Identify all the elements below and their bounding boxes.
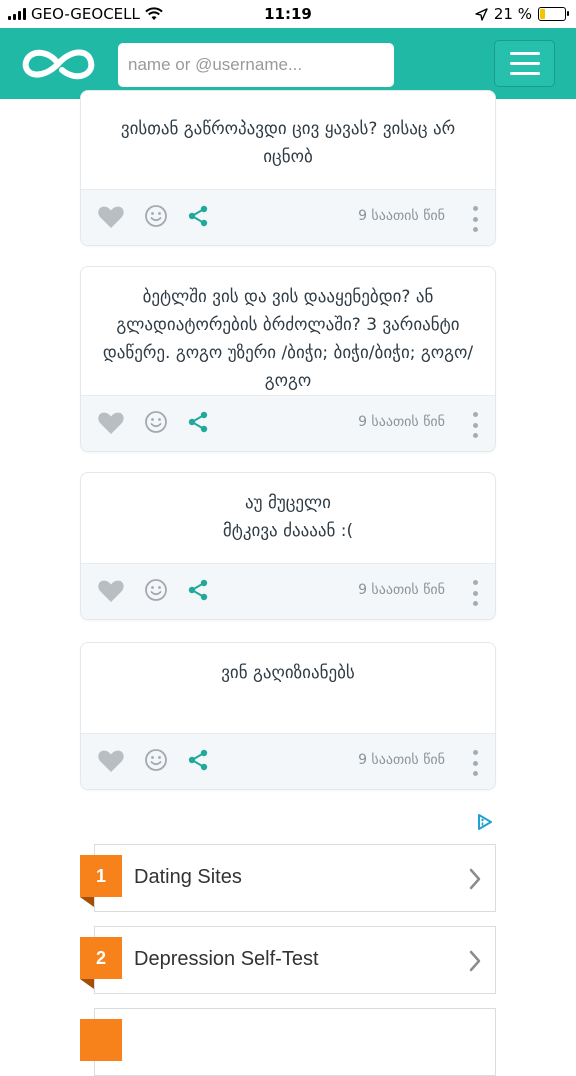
share-icon[interactable]: [186, 410, 210, 434]
ad-link-item[interactable]: 2 Depression Self-Test: [80, 926, 496, 994]
post-card: აუ მუცელი მტკივა ძაააან :( 9 საათის წინ: [80, 472, 496, 620]
post-timestamp: 9 საათის წინ: [358, 414, 445, 430]
smiley-icon[interactable]: [144, 410, 168, 434]
menu-bar: [509, 62, 540, 65]
chevron-right-icon: [469, 868, 481, 890]
share-icon[interactable]: [186, 204, 210, 228]
post-footer: 9 საათის წინ: [81, 189, 495, 245]
smiley-icon[interactable]: [144, 204, 168, 228]
post-text: აუ მუცელი მტკივა ძაააან :(: [222, 493, 354, 541]
ad-label: Depression Self-Test: [134, 948, 319, 970]
post-card: ვისთან გაწროპავდი ცივ ყავას? ვისაც არ იც…: [80, 90, 496, 246]
badge-fold: [80, 979, 94, 989]
hamburger-menu-button[interactable]: [494, 40, 555, 87]
heart-icon[interactable]: [97, 748, 125, 774]
ad-number-badge: [80, 1019, 122, 1061]
post-timestamp: 9 საათის წინ: [358, 752, 445, 768]
more-options-icon[interactable]: [471, 412, 479, 438]
post-card: ბეტლში ვის და ვის დააყენებდი? ან გლადიატ…: [80, 266, 496, 452]
top-navbar: [0, 28, 576, 99]
status-right: 21 %: [475, 5, 569, 23]
post-timestamp: 9 საათის წინ: [358, 208, 445, 224]
smiley-icon[interactable]: [144, 578, 168, 602]
ad-link-item[interactable]: [80, 1008, 496, 1076]
heart-icon[interactable]: [97, 578, 125, 604]
menu-bar: [509, 72, 540, 75]
post-footer: 9 საათის წინ: [81, 563, 495, 619]
infinity-logo-icon[interactable]: [18, 42, 98, 86]
ad-item-box: [94, 1008, 496, 1076]
post-timestamp: 9 საათის წინ: [358, 582, 445, 598]
adchoices-icon[interactable]: [476, 813, 494, 831]
share-icon[interactable]: [186, 748, 210, 772]
post-text: ბეტლში ვის და ვის დააყენებდი? ან გლადიატ…: [102, 287, 474, 391]
more-options-icon[interactable]: [471, 580, 479, 606]
post-footer: 9 საათის წინ: [81, 395, 495, 451]
share-icon[interactable]: [186, 578, 210, 602]
ad-link-item[interactable]: 1 Dating Sites: [80, 844, 496, 912]
menu-bar: [509, 52, 540, 55]
post-text: ვისთან გაწროპავდი ცივ ყავას? ვისაც არ იც…: [120, 119, 456, 167]
ad-number-badge: 1: [80, 855, 122, 897]
ad-label: Dating Sites: [134, 866, 242, 888]
more-options-icon[interactable]: [471, 206, 479, 232]
heart-icon[interactable]: [97, 204, 125, 230]
more-options-icon[interactable]: [471, 750, 479, 776]
location-arrow-icon: [475, 7, 488, 21]
search-input[interactable]: [118, 43, 394, 87]
status-bar: GEO-GEOCELL 11:19 21 %: [0, 0, 576, 28]
battery-icon: [538, 7, 569, 21]
battery-level: [540, 9, 546, 19]
badge-fold: [80, 897, 94, 907]
ad-number-badge: 2: [80, 937, 122, 979]
post-text: ვინ გაღიზიანებს: [221, 663, 355, 683]
chevron-right-icon: [469, 950, 481, 972]
heart-icon[interactable]: [97, 410, 125, 436]
battery-percent: 21 %: [493, 5, 532, 23]
post-card: ვინ გაღიზიანებს 9 საათის წინ: [80, 642, 496, 790]
post-footer: 9 საათის წინ: [81, 733, 495, 789]
smiley-icon[interactable]: [144, 748, 168, 772]
